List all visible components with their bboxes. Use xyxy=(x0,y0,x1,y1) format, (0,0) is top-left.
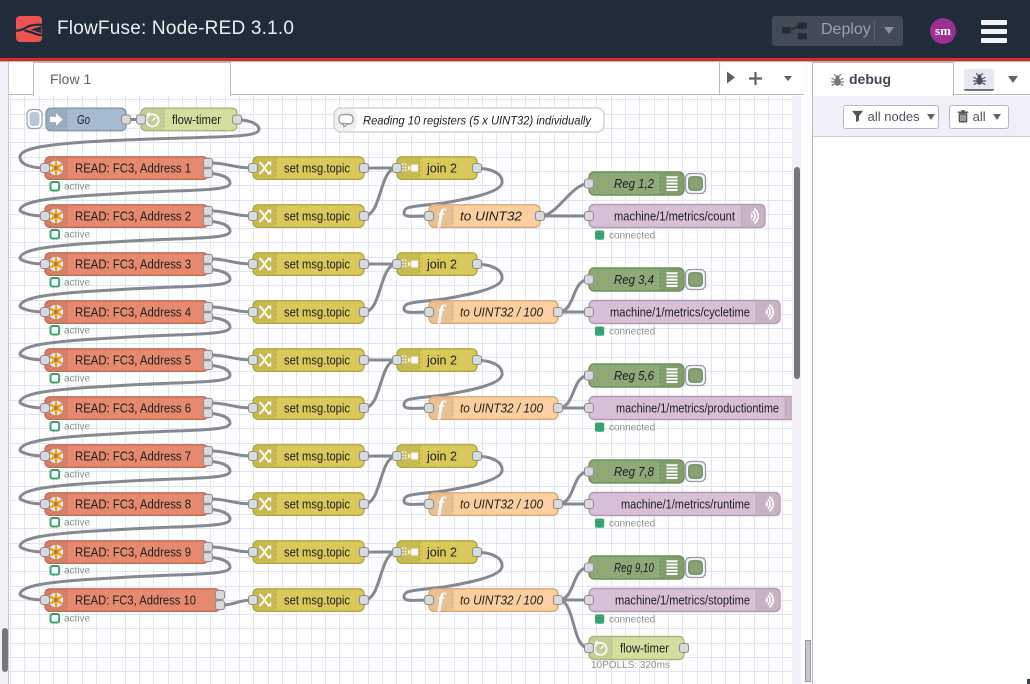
svg-text:READ: FC3, Address 5: READ: FC3, Address 5 xyxy=(75,353,191,367)
svg-text:set msg.topic: set msg.topic xyxy=(284,593,350,607)
svg-text:set msg.topic: set msg.topic xyxy=(284,161,350,175)
svg-text:active: active xyxy=(64,470,91,481)
svg-text:READ: FC3, Address 3: READ: FC3, Address 3 xyxy=(75,257,191,271)
svg-text:Reading 10 registers (5 x UINT: Reading 10 registers (5 x UINT32) indivi… xyxy=(363,114,592,128)
svg-text:to UINT32 / 100: to UINT32 / 100 xyxy=(460,497,543,511)
svg-text:set msg.topic: set msg.topic xyxy=(284,353,350,367)
svg-text:active: active xyxy=(64,614,91,625)
svg-text:active: active xyxy=(64,566,91,577)
svg-text:READ: FC3, Address 1: READ: FC3, Address 1 xyxy=(75,161,191,175)
svg-text:active: active xyxy=(64,182,91,193)
svg-text:set msg.topic: set msg.topic xyxy=(284,497,350,511)
svg-text:machine/1/metrics/productionti: machine/1/metrics/productiontime xyxy=(616,401,779,415)
svg-text:READ: FC3, Address 10: READ: FC3, Address 10 xyxy=(75,593,196,607)
svg-text:connected: connected xyxy=(609,615,655,626)
svg-text:set msg.topic: set msg.topic xyxy=(284,545,350,559)
svg-text:join 2: join 2 xyxy=(426,545,457,559)
svg-text:machine/1/metrics/stoptime: machine/1/metrics/stoptime xyxy=(615,593,750,607)
svg-text:join 2: join 2 xyxy=(426,257,457,271)
svg-text:READ: FC3, Address 2: READ: FC3, Address 2 xyxy=(75,209,191,223)
svg-text:active: active xyxy=(64,230,91,241)
svg-text:machine/1/metrics/cycletime: machine/1/metrics/cycletime xyxy=(610,305,750,319)
svg-text:active: active xyxy=(64,326,91,337)
svg-text:Reg 3,4: Reg 3,4 xyxy=(614,273,654,287)
svg-text:set msg.topic: set msg.topic xyxy=(284,449,350,463)
svg-text:Reg 1,2: Reg 1,2 xyxy=(614,177,654,191)
svg-text:flow-timer: flow-timer xyxy=(172,113,221,127)
svg-text:join 2: join 2 xyxy=(426,161,457,175)
svg-text:connected: connected xyxy=(609,231,655,242)
svg-text:connected: connected xyxy=(609,327,655,338)
svg-text:join 2: join 2 xyxy=(426,353,457,367)
svg-text:machine/1/metrics/runtime: machine/1/metrics/runtime xyxy=(621,497,750,511)
svg-text:Go: Go xyxy=(77,113,90,127)
svg-text:READ: FC3, Address 9: READ: FC3, Address 9 xyxy=(75,545,191,559)
svg-text:Reg 5,6: Reg 5,6 xyxy=(614,369,654,383)
svg-text:to UINT32 / 100: to UINT32 / 100 xyxy=(460,305,543,319)
svg-text:to UINT32 / 100: to UINT32 / 100 xyxy=(460,593,543,607)
svg-text:Reg 7,8: Reg 7,8 xyxy=(614,465,654,479)
svg-text:active: active xyxy=(64,422,91,433)
svg-text:active: active xyxy=(64,518,91,529)
svg-text:machine/1/metrics/count: machine/1/metrics/count xyxy=(614,209,735,223)
svg-text:active: active xyxy=(64,278,91,289)
svg-text:READ: FC3, Address 7: READ: FC3, Address 7 xyxy=(75,449,191,463)
svg-text:READ: FC3, Address 8: READ: FC3, Address 8 xyxy=(75,497,191,511)
svg-text:to UINT32 / 100: to UINT32 / 100 xyxy=(460,401,543,415)
svg-text:join 2: join 2 xyxy=(426,449,457,463)
svg-text:active: active xyxy=(64,374,91,385)
svg-text:READ: FC3, Address 4: READ: FC3, Address 4 xyxy=(75,305,191,319)
svg-text:set msg.topic: set msg.topic xyxy=(284,401,350,415)
svg-text:Reg 9,10: Reg 9,10 xyxy=(614,561,654,575)
svg-text:flow-timer: flow-timer xyxy=(620,641,669,655)
svg-text:set msg.topic: set msg.topic xyxy=(284,257,350,271)
svg-text:connected: connected xyxy=(609,423,655,434)
svg-text:connected: connected xyxy=(609,519,655,530)
svg-text:10POLLS: 320ms: 10POLLS: 320ms xyxy=(591,660,670,671)
svg-text:READ: FC3, Address 6: READ: FC3, Address 6 xyxy=(75,401,191,415)
svg-text:set msg.topic: set msg.topic xyxy=(284,305,350,319)
svg-text:set msg.topic: set msg.topic xyxy=(284,209,350,223)
svg-text:to UINT32: to UINT32 xyxy=(460,209,522,223)
